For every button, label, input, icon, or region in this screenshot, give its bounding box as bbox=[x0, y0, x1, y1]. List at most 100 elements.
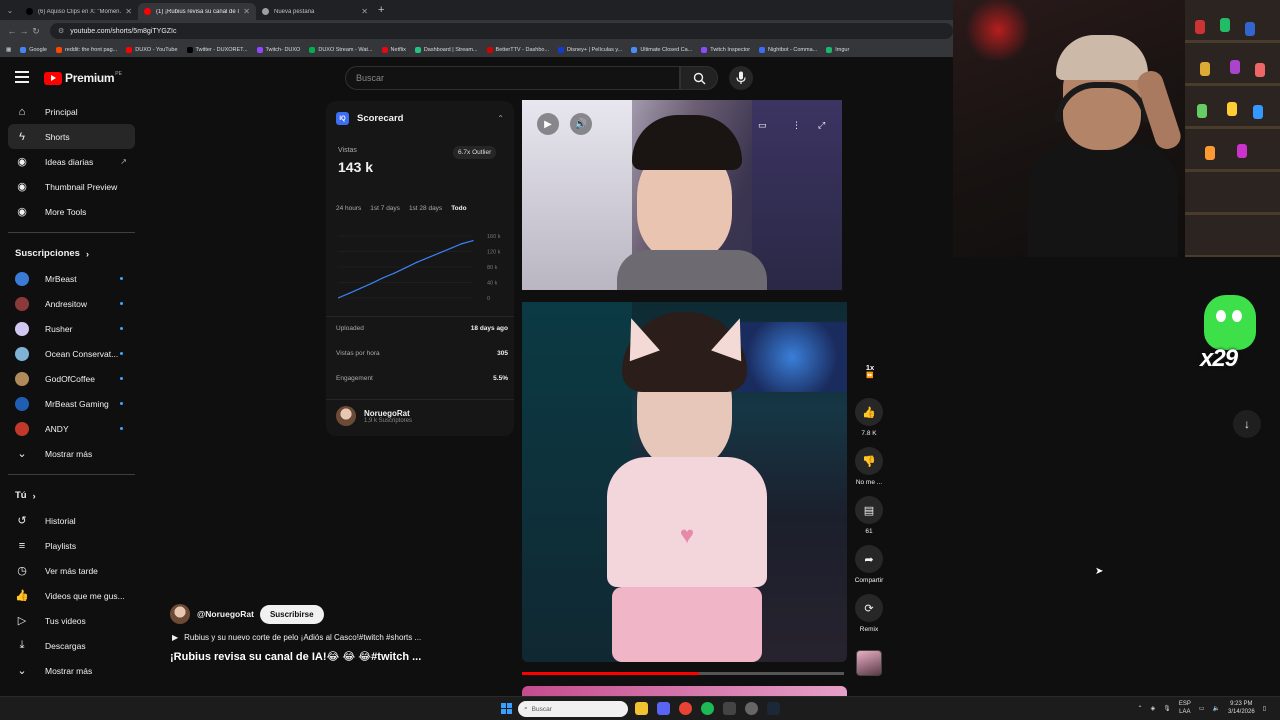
audio-source-thumbnail[interactable] bbox=[856, 650, 882, 676]
subscribe-button[interactable]: Suscribirse bbox=[259, 604, 324, 624]
channel-handle[interactable]: @NoruegoRat bbox=[197, 609, 254, 619]
channel-avatar[interactable] bbox=[170, 604, 190, 624]
forward-icon[interactable]: → bbox=[18, 26, 30, 36]
bookmark-item[interactable]: DUXO Stream - Wat... bbox=[309, 46, 373, 53]
fullscreen-icon[interactable]: ⤢ bbox=[818, 120, 825, 131]
volume-icon[interactable]: 🔈 bbox=[1213, 705, 1220, 712]
address-bar[interactable]: ⚙ youtube.com/shorts/5m8giTYGZIc bbox=[50, 23, 953, 39]
close-tab-icon[interactable]: ✕ bbox=[243, 7, 250, 16]
next-video-button[interactable]: ↓ bbox=[1233, 410, 1261, 438]
file-explorer-icon[interactable] bbox=[635, 702, 648, 715]
notifications-icon[interactable]: ▯ bbox=[1263, 705, 1266, 712]
voice-search-button[interactable] bbox=[729, 66, 753, 90]
sidebar-item-downloads[interactable]: ⤓ Descargas bbox=[0, 633, 145, 658]
subscription-item[interactable]: Rusher bbox=[0, 316, 145, 341]
clock[interactable]: 9:23 PM 3/14/2026 bbox=[1228, 700, 1255, 716]
remix-button[interactable]: ⟳ bbox=[855, 594, 883, 622]
sidebar-item-shorts[interactable]: ϟ Shorts bbox=[8, 124, 135, 149]
comments-button[interactable]: ▤ bbox=[855, 496, 883, 524]
next-short-preview[interactable] bbox=[522, 686, 847, 696]
subscription-item[interactable]: Ocean Conservat... bbox=[0, 341, 145, 366]
short-video-top[interactable]: ▶ 🔊 ▭ ⋮ ⤢ bbox=[522, 100, 842, 290]
sidebar-item-your-videos[interactable]: ▷ Tus videos bbox=[0, 608, 145, 633]
new-tab-button[interactable]: + bbox=[378, 4, 384, 16]
bookmark-item[interactable]: BetterTTV - Dashbo... bbox=[486, 46, 549, 53]
browser-tab[interactable]: Nueva pestaña ✕ bbox=[256, 3, 374, 20]
sidebar-item-playlists[interactable]: ≡ Playlists bbox=[0, 533, 145, 558]
share-button[interactable]: ➦ bbox=[855, 545, 883, 573]
collapse-icon[interactable]: ⌃ bbox=[497, 114, 504, 123]
sidebar-item-liked[interactable]: 👍 Videos que me gus... bbox=[0, 583, 145, 608]
taskbar-search[interactable]: ⌕ Buscar bbox=[518, 701, 628, 717]
bookmark-item[interactable]: Netflix bbox=[381, 46, 406, 53]
close-tab-icon[interactable]: ✕ bbox=[361, 7, 368, 16]
mic-tray-icon[interactable]: 🎙 bbox=[1163, 705, 1171, 712]
bookmark-item[interactable]: Disney+ | Películas y... bbox=[558, 46, 622, 53]
volume-button[interactable]: 🔊 bbox=[570, 113, 592, 135]
you-header[interactable]: Tú › bbox=[0, 483, 145, 508]
bookmark-item[interactable]: DUXO - YouTube bbox=[126, 46, 178, 53]
like-button[interactable]: 👍 bbox=[855, 398, 883, 426]
start-button[interactable] bbox=[501, 703, 512, 714]
youtube-logo[interactable]: Premium PE bbox=[44, 71, 122, 85]
sidebar-item-watch-later[interactable]: ◷ Ver más tarde bbox=[0, 558, 145, 583]
more-options-icon[interactable]: ⋮ bbox=[792, 120, 801, 131]
chrome-icon[interactable] bbox=[679, 702, 692, 715]
range-tab[interactable]: Todo bbox=[451, 205, 466, 212]
sidebar-item-history[interactable]: ↺ Historial bbox=[0, 508, 145, 533]
chevron-up-icon[interactable]: ⌃ bbox=[1138, 705, 1143, 712]
range-tab[interactable]: 1st 28 days bbox=[409, 205, 442, 212]
playback-speed[interactable]: 1x ⏩ bbox=[859, 363, 881, 387]
bookmark-item[interactable]: Google bbox=[20, 46, 47, 53]
reload-icon[interactable]: ↻ bbox=[30, 26, 42, 37]
menu-icon[interactable] bbox=[15, 71, 29, 83]
subscriptions-header[interactable]: Suscripciones › bbox=[0, 241, 145, 266]
site-info-icon[interactable]: ⚙ bbox=[58, 27, 64, 35]
bookmark-item[interactable]: Twitch- DUXO bbox=[256, 46, 300, 53]
tab-search-icon[interactable]: ⌄ bbox=[0, 6, 20, 15]
scorecard-channel[interactable]: NoruegoRat 1,9 k Suscriptores bbox=[336, 406, 412, 426]
search-button[interactable] bbox=[680, 66, 718, 90]
show-more-library[interactable]: ⌄ Mostrar más bbox=[0, 658, 145, 683]
browser-tab[interactable]: (6) Aquiso Clips en X: "Momen... ✕ bbox=[20, 3, 138, 20]
bookmark-item[interactable]: Twitter - DUXORET... bbox=[186, 46, 248, 53]
video-title[interactable]: ¡Rubius revisa su canal de IA!😂 😂 😂#twit… bbox=[170, 650, 421, 663]
bookmark-item[interactable]: Ultimate Closed Ca... bbox=[631, 46, 692, 53]
subscription-item[interactable]: Andresitow bbox=[0, 291, 145, 316]
play-button[interactable]: ▶ bbox=[537, 113, 559, 135]
network-icon[interactable]: ◈ bbox=[1151, 705, 1156, 712]
browser-tab[interactable]: (1) ¡Rubius revisa su canal de I... ✕ bbox=[138, 3, 256, 20]
steam-icon[interactable] bbox=[767, 702, 780, 715]
bookmark-item[interactable]: Imgur bbox=[826, 46, 849, 53]
range-tab[interactable]: 24 hours bbox=[336, 205, 361, 212]
wifi-icon[interactable]: ▭ bbox=[1199, 705, 1205, 712]
bookmark-item[interactable]: Nightbot - Comma... bbox=[759, 46, 817, 53]
sidebar-item-principal[interactable]: ⌂ Principal bbox=[0, 99, 145, 124]
close-tab-icon[interactable]: ✕ bbox=[125, 7, 132, 16]
sidebar-item-thumbnail-preview[interactable]: ◉ Thumbnail Preview bbox=[0, 174, 145, 199]
bookmark-item[interactable]: Dashboard | Stream... bbox=[414, 46, 478, 53]
video-description[interactable]: ▶ Rubius y su nuevo corte de pelo ¡Adiós… bbox=[172, 633, 421, 642]
sidebar-item-more-tools[interactable]: ◉ More Tools bbox=[0, 199, 145, 224]
sidebar-item-ideas-diarias[interactable]: ◉ Ideas diarias ↗ bbox=[0, 149, 145, 174]
obs-icon[interactable] bbox=[745, 702, 758, 715]
subscription-item[interactable]: ANDY bbox=[0, 416, 145, 441]
captions-icon[interactable]: ▭ bbox=[758, 120, 767, 131]
discord-icon[interactable] bbox=[657, 702, 670, 715]
subscription-item[interactable]: MrBeast bbox=[0, 266, 145, 291]
subscription-item[interactable]: MrBeast Gaming bbox=[0, 391, 145, 416]
subscription-item[interactable]: GodOfCoffee bbox=[0, 366, 145, 391]
spotify-icon[interactable] bbox=[701, 702, 714, 715]
bookmark-item[interactable]: reddit: the front pag... bbox=[55, 46, 117, 53]
back-icon[interactable]: ← bbox=[6, 26, 18, 36]
app-icon[interactable] bbox=[723, 702, 736, 715]
bookmark-item[interactable]: Twitch Inspector bbox=[701, 46, 750, 53]
range-tab[interactable]: 1st 7 days bbox=[370, 205, 400, 212]
show-more-subscriptions[interactable]: ⌄ Mostrar más bbox=[0, 441, 145, 466]
language-indicator[interactable]: ESP LAA bbox=[1179, 700, 1191, 716]
video-progress-bar[interactable] bbox=[522, 672, 844, 675]
search-input[interactable]: Buscar bbox=[345, 66, 680, 90]
short-video-main[interactable]: ♥ bbox=[522, 302, 847, 662]
apps-icon[interactable]: ▦ bbox=[6, 47, 11, 53]
dislike-button[interactable]: 👎 bbox=[855, 447, 883, 475]
